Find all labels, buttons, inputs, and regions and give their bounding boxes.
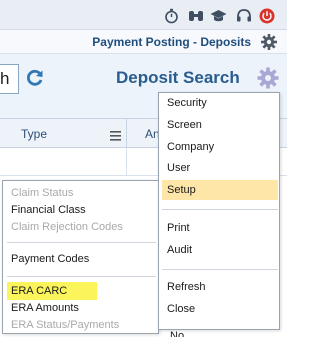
menu-item-payment-codes[interactable]: Payment Codes (7, 250, 156, 268)
headset-icon[interactable] (235, 7, 252, 24)
settings-gear-icon[interactable] (256, 66, 280, 90)
cell-divider (126, 148, 127, 176)
top-toolbar (0, 0, 287, 30)
stopwatch-icon[interactable] (163, 7, 180, 24)
menu-separator (7, 276, 156, 277)
binoculars-icon[interactable] (187, 7, 204, 24)
title-bar: Payment Posting - Deposits (0, 30, 287, 54)
menu-item-era-amounts[interactable]: ERA Amounts (7, 299, 156, 317)
menu-item-setup[interactable]: Setup (162, 180, 278, 200)
search-input[interactable]: h (0, 64, 19, 94)
setup-submenu: Claim Status Financial Class Claim Rejec… (2, 180, 159, 334)
menu-item-refresh[interactable]: Refresh (162, 277, 278, 297)
gear-icon[interactable] (260, 33, 278, 51)
menu-item-close[interactable]: Close (162, 299, 278, 319)
menu-item-company[interactable]: Company (162, 137, 278, 157)
app-window: Payment Posting - Deposits h Deposit Sea… (0, 0, 287, 337)
menu-item-screen[interactable]: Screen (162, 115, 278, 135)
menu-separator (7, 242, 156, 243)
graduation-cap-icon[interactable] (210, 7, 227, 24)
menu-separator (162, 269, 278, 270)
column-divider[interactable] (126, 119, 127, 149)
menu-item-era-carc[interactable]: ERA CARC (7, 282, 97, 300)
column-header-type[interactable]: Type (21, 127, 47, 141)
menu-item-print[interactable]: Print (162, 218, 278, 238)
menu-item-era-status-payments: ERA Status/Payments (11, 319, 120, 331)
refresh-icon[interactable] (25, 68, 45, 88)
page-title: Payment Posting - Deposits (92, 35, 251, 49)
power-icon[interactable] (258, 7, 275, 24)
menu-item-financial-class[interactable]: Financial Class (7, 201, 156, 219)
menu-item-user[interactable]: User (162, 158, 278, 178)
column-menu-icon[interactable] (110, 128, 121, 141)
menu-item-audit[interactable]: Audit (162, 240, 278, 260)
menu-separator (162, 209, 278, 210)
deposit-search-title: Deposit Search (116, 68, 240, 87)
settings-dropdown-menu: Security Screen Company User Setup Print… (158, 92, 280, 330)
menu-item-security[interactable]: Security (162, 93, 278, 113)
menu-item-claim-status: Claim Status (11, 187, 74, 199)
menu-item-claim-rejection-codes: Claim Rejection Codes (11, 221, 123, 233)
partial-menu-item: No (170, 330, 185, 337)
